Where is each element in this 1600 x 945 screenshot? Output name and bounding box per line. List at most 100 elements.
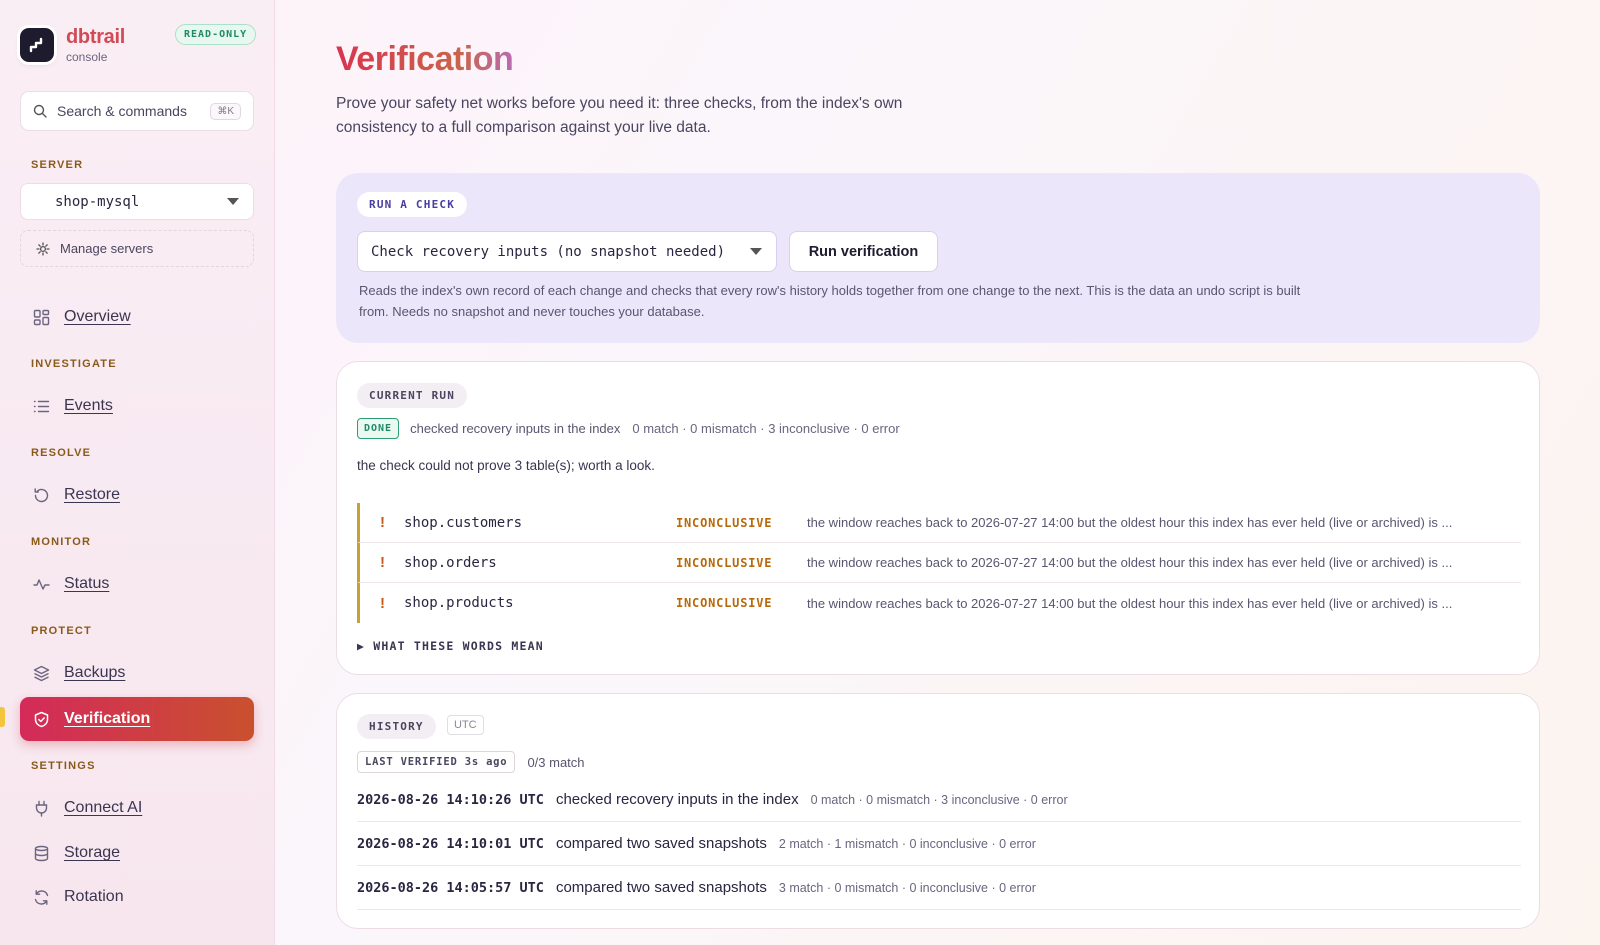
nav-connect-ai-label: Connect AI xyxy=(64,799,143,816)
history-description: compared two saved snapshots xyxy=(555,879,767,896)
nav-storage-label: Storage xyxy=(64,844,121,861)
current-run-pill: CURRENT RUN xyxy=(357,383,468,408)
table-status: INCONCLUSIVE xyxy=(676,596,773,610)
history-row[interactable]: 2026-08-26 14:05:57 UTC compared two sav… xyxy=(357,866,1521,910)
table-name: shop.products xyxy=(404,595,514,611)
run-check-pill: RUN A CHECK xyxy=(357,192,468,217)
table-name: shop.customers xyxy=(404,514,523,531)
nav-events-label: Events xyxy=(64,397,113,414)
match-summary: 0/3 match xyxy=(527,754,585,770)
plug-icon xyxy=(35,800,48,817)
server-select[interactable]: shop-mysql xyxy=(20,183,254,220)
nav-verification-label: Verification xyxy=(64,710,151,727)
server-section-label: SERVER xyxy=(31,159,84,171)
grid-icon xyxy=(33,309,50,325)
nav-restore[interactable]: Restore xyxy=(20,474,254,516)
warning-icon: ! xyxy=(380,594,385,612)
table-name: shop.orders xyxy=(404,554,497,571)
table-message: the window reaches back to 2026-07-27 14… xyxy=(807,515,1453,530)
resolve-section-label: RESOLVE xyxy=(31,447,92,459)
warning-icon: ! xyxy=(380,514,385,531)
chevron-down-icon xyxy=(227,198,239,205)
table-row[interactable]: ! shop.orders INCONCLUSIVE the window re… xyxy=(357,543,1521,583)
list-icon xyxy=(33,400,50,412)
nav-status-label: Status xyxy=(64,575,110,592)
history-card: HISTORY UTC LAST VERIFIED 3s ago 0/3 mat… xyxy=(336,693,1540,929)
nav-connect-ai[interactable]: Connect AI xyxy=(20,787,254,829)
refresh-icon xyxy=(34,889,49,905)
history-icon xyxy=(34,487,49,502)
run-note: the check could not prove 3 table(s); wo… xyxy=(357,458,655,473)
table-status: INCONCLUSIVE xyxy=(676,555,773,570)
check-type-value: Check recovery inputs (no snapshot neede… xyxy=(371,243,726,260)
page-title: Verification xyxy=(336,40,514,78)
dbtrail-logo-icon xyxy=(20,28,54,62)
table-message: the window reaches back to 2026-07-27 14… xyxy=(807,555,1453,570)
last-verified-badge: LAST VERIFIED 3s ago xyxy=(357,751,516,773)
table-results: ! shop.customers INCONCLUSIVE the window… xyxy=(357,503,1521,623)
history-counts: 0 match · 0 mismatch · 3 inconclusive · … xyxy=(810,792,1068,807)
search-label: Search & commands xyxy=(57,103,187,119)
active-indicator xyxy=(0,707,5,727)
brand-name: dbtrail xyxy=(66,26,126,48)
history-list: 2026-08-26 14:10:26 UTC checked recovery… xyxy=(357,778,1521,910)
nav-backups-label: Backups xyxy=(64,664,126,681)
nav-rotation[interactable]: Rotation xyxy=(20,876,254,918)
nav-rotation-label: Rotation xyxy=(64,888,124,905)
run-summary: checked recovery inputs in the index xyxy=(410,421,621,436)
nav-overview[interactable]: Overview xyxy=(20,296,254,338)
run-verification-button[interactable]: Run verification xyxy=(789,231,938,272)
search-commands-button[interactable]: Search & commands ⌘K xyxy=(20,91,254,131)
history-row[interactable]: 2026-08-26 14:10:01 UTC compared two sav… xyxy=(357,822,1521,866)
history-description: compared two saved snapshots xyxy=(555,835,767,852)
nav-backups[interactable]: Backups xyxy=(20,652,254,694)
chevron-down-icon xyxy=(750,248,762,255)
current-run-card: CURRENT RUN DONE checked recovery inputs… xyxy=(336,361,1540,675)
monitor-section-label: MONITOR xyxy=(31,536,92,548)
check-type-select[interactable]: Check recovery inputs (no snapshot neede… xyxy=(357,231,777,272)
table-row[interactable]: ! shop.products INCONCLUSIVE the window … xyxy=(357,583,1521,623)
nav-storage[interactable]: Storage xyxy=(20,832,254,874)
history-row[interactable]: 2026-08-26 14:10:26 UTC checked recovery… xyxy=(357,778,1521,822)
manage-servers-label: Manage servers xyxy=(60,241,154,256)
table-row[interactable]: ! shop.customers INCONCLUSIVE the window… xyxy=(357,503,1521,543)
nav-status[interactable]: Status xyxy=(20,563,254,605)
run-counts: 0 match · 0 mismatch · 3 inconclusive · … xyxy=(632,421,900,436)
search-icon xyxy=(33,104,47,118)
history-timestamp: 2026-08-26 14:10:01 UTC xyxy=(357,835,544,852)
server-select-value: shop-mysql xyxy=(55,193,140,210)
brand-subtitle: console xyxy=(66,50,108,64)
shield-check-icon xyxy=(34,711,49,727)
protect-section-label: PROTECT xyxy=(31,625,92,637)
history-timestamp: 2026-08-26 14:05:57 UTC xyxy=(357,879,544,896)
table-message: the window reaches back to 2026-07-27 14… xyxy=(807,595,1453,611)
what-these-words-mean-toggle[interactable]: ▶ WHAT THESE WORDS MEAN xyxy=(357,639,544,653)
warning-icon: ! xyxy=(380,554,385,571)
nav-overview-label: Overview xyxy=(64,308,131,325)
investigate-section-label: INVESTIGATE xyxy=(31,358,117,370)
layers-icon xyxy=(33,665,50,681)
nav-events[interactable]: Events xyxy=(20,385,254,427)
read-only-badge: READ-ONLY xyxy=(175,24,257,45)
nav-restore-label: Restore xyxy=(64,486,121,503)
activity-icon xyxy=(33,578,50,590)
search-shortcut: ⌘K xyxy=(210,102,241,120)
history-pill: HISTORY xyxy=(357,714,436,739)
sidebar: dbtrail console READ-ONLY Search & comma… xyxy=(0,0,275,945)
status-badge: DONE xyxy=(357,418,400,439)
history-description: checked recovery inputs in the index xyxy=(555,791,799,808)
run-check-card: RUN A CHECK Check recovery inputs (no sn… xyxy=(336,173,1540,343)
page-description: Prove your safety net works before you n… xyxy=(336,95,903,136)
timezone-badge: UTC xyxy=(447,715,484,735)
nav-verification[interactable]: Verification xyxy=(20,697,254,741)
database-icon xyxy=(34,845,49,861)
settings-section-label: SETTINGS xyxy=(31,760,96,772)
manage-servers-button[interactable]: Manage servers xyxy=(20,230,254,267)
table-status: INCONCLUSIVE xyxy=(676,515,773,530)
history-counts: 3 match · 0 mismatch · 0 inconclusive · … xyxy=(778,880,1036,895)
brand[interactable]: dbtrail console xyxy=(20,26,125,64)
history-timestamp: 2026-08-26 14:10:26 UTC xyxy=(357,791,544,808)
gear-icon xyxy=(36,241,50,256)
check-description: Reads the index's own record of each cha… xyxy=(359,283,1301,319)
history-counts: 2 match · 1 mismatch · 0 inconclusive · … xyxy=(778,836,1036,851)
